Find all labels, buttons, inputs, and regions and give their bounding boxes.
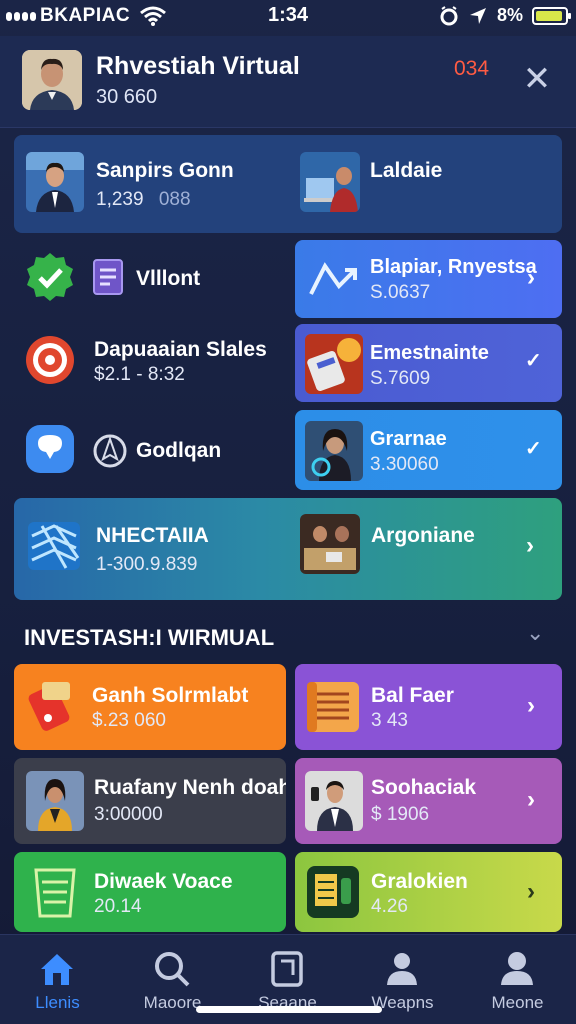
grid-card-title: Gralokien bbox=[371, 870, 468, 893]
woman-portrait-thumb bbox=[305, 421, 363, 481]
card-title-2: Laldaie bbox=[370, 159, 443, 182]
grid-card-value: 20.14 bbox=[94, 896, 142, 917]
profile-icon bbox=[501, 952, 533, 985]
grid-card-violet[interactable]: Soohaciak $ 1906 › bbox=[295, 758, 562, 844]
grid-card-orange[interactable]: Ganh Solrmlabt $.23 060 bbox=[14, 664, 286, 750]
grid-card-value: $.23 060 bbox=[92, 710, 166, 731]
checkmark-icon[interactable]: ✓ bbox=[525, 436, 542, 461]
card-value: 1,239 088 bbox=[96, 189, 191, 211]
tablet-icon bbox=[271, 951, 303, 987]
home-indicator[interactable] bbox=[196, 1006, 382, 1013]
grid-card-purple[interactable]: Bal Faer 3 43 › bbox=[295, 664, 562, 750]
card-blue-3[interactable]: Grarnae 3.30060 ✓ bbox=[295, 410, 562, 490]
avatar[interactable] bbox=[22, 50, 82, 110]
grid-card-title: Ganh Solrmlabt bbox=[92, 684, 249, 707]
status-bar: BKAPIAC 1:34 8% bbox=[0, 0, 576, 32]
card-title: Grarnae bbox=[370, 428, 447, 450]
tab-label: Meone bbox=[491, 993, 544, 1012]
card-title: Sanpirs Gonn bbox=[96, 159, 234, 182]
tab-profile[interactable]: Meone bbox=[460, 935, 575, 1024]
chat-bubble-icon bbox=[26, 425, 74, 473]
grid-card-title: Soohaciak bbox=[371, 776, 477, 799]
row-item-title: Dapuaaian Slales bbox=[94, 338, 267, 361]
card-title: Blapiar, Rnyestsa bbox=[370, 256, 537, 278]
card-value: S.7609 bbox=[370, 368, 431, 389]
map-icon bbox=[28, 522, 80, 570]
row-item-value: $2.1 - 8:32 bbox=[94, 364, 185, 385]
card-title-2: Argoniane bbox=[371, 524, 475, 547]
status-right: 8% bbox=[439, 5, 571, 26]
grid-card-lime[interactable]: Gralokien 4.26 › bbox=[295, 852, 562, 932]
arrow-chart-icon bbox=[309, 262, 357, 295]
chevron-right-icon[interactable]: › bbox=[527, 786, 535, 814]
grid-card-title: Diwaek Voace bbox=[94, 870, 233, 893]
grid-card-title: Bal Faer bbox=[371, 684, 454, 707]
check-badge-icon bbox=[27, 253, 73, 301]
person-avatar-icon bbox=[22, 50, 82, 110]
grid-card-value: 3:00000 bbox=[94, 804, 163, 825]
chevron-down-icon[interactable]: ⌄ bbox=[526, 620, 544, 646]
alarm-icon bbox=[440, 5, 458, 25]
grid-card-value: 4.26 bbox=[371, 896, 408, 917]
checkmark-icon[interactable]: ✓ bbox=[525, 348, 542, 373]
close-icon[interactable]: ✕ bbox=[518, 62, 556, 100]
chevron-right-icon[interactable]: › bbox=[527, 692, 535, 720]
document-icon bbox=[93, 259, 123, 295]
battery-percent: 8% bbox=[496, 5, 523, 25]
woman-thumb bbox=[26, 771, 84, 831]
tab-label: Llenis bbox=[35, 993, 80, 1012]
row-item-title: Godlqan bbox=[136, 439, 222, 462]
ledger-icon bbox=[307, 682, 359, 732]
header-badge: 034 bbox=[454, 57, 490, 80]
man-phone-thumb bbox=[305, 771, 363, 831]
card-blue-1[interactable]: Blapiar, Rnyestsa S.0637 › bbox=[295, 240, 562, 318]
card-value: 1-300.9.839 bbox=[96, 554, 198, 575]
card-value-secondary: 088 bbox=[158, 189, 191, 210]
grid-card-value: $ 1906 bbox=[371, 804, 430, 825]
header-subtitle: 30 660 bbox=[96, 86, 158, 108]
card-title: NHECTAIIA bbox=[96, 524, 209, 547]
desk-team-thumb bbox=[300, 514, 360, 574]
tab-home[interactable]: Llenis bbox=[0, 935, 115, 1024]
card-title: Emestnainte bbox=[370, 342, 489, 364]
calculator-icon bbox=[307, 866, 359, 918]
grid-card-dark[interactable]: Ruafany Nenh doah 3:00000 bbox=[14, 758, 286, 844]
search-icon bbox=[155, 952, 190, 987]
laptop-user-thumb bbox=[300, 152, 360, 212]
grid-card-value: 3 43 bbox=[371, 710, 408, 731]
card-value: S.0637 bbox=[370, 282, 431, 303]
chevron-right-icon[interactable]: › bbox=[527, 878, 535, 906]
section-title: INVESTASH:I WIRMUAL bbox=[24, 625, 275, 650]
home-icon bbox=[41, 954, 73, 985]
battery-icon bbox=[532, 6, 571, 25]
trash-can-icon bbox=[34, 868, 76, 918]
row-item-title: Vlllont bbox=[136, 267, 201, 290]
card-value-main: 1,239 bbox=[96, 189, 144, 210]
header: Rhvestiah Virtual 30 660 034 ✕ bbox=[0, 36, 576, 128]
chevron-right-icon[interactable]: › bbox=[526, 532, 534, 560]
people-icon bbox=[387, 953, 417, 985]
business-man-thumb bbox=[26, 152, 84, 212]
card-reader-icon bbox=[28, 682, 70, 731]
row-item-left-3[interactable]: Godlqan bbox=[14, 415, 284, 485]
featured-card[interactable]: Sanpirs Gonn 1,239 088 Laldaie bbox=[14, 135, 562, 233]
location-icon bbox=[469, 7, 486, 24]
calculator-thumb bbox=[305, 334, 363, 394]
featured-card-gradient[interactable]: NHECTAIIA 1-300.9.839 Argoniane › bbox=[14, 498, 562, 600]
header-title: Rhvestiah Virtual bbox=[96, 52, 300, 80]
card-value: 3.30060 bbox=[370, 454, 439, 475]
row-item-left-1[interactable]: Vlllont bbox=[14, 245, 284, 315]
row-item-left-2[interactable]: Dapuaaian Slales $2.1 - 8:32 bbox=[14, 326, 284, 396]
card-blue-2[interactable]: Emestnainte S.7609 ✓ bbox=[295, 324, 562, 402]
grid-card-title: Ruafany Nenh doah bbox=[94, 776, 286, 799]
compass-icon bbox=[93, 434, 127, 468]
target-icon bbox=[26, 336, 74, 384]
chevron-right-icon[interactable]: › bbox=[527, 264, 535, 292]
grid-card-green[interactable]: Diwaek Voace 20.14 bbox=[14, 852, 286, 932]
